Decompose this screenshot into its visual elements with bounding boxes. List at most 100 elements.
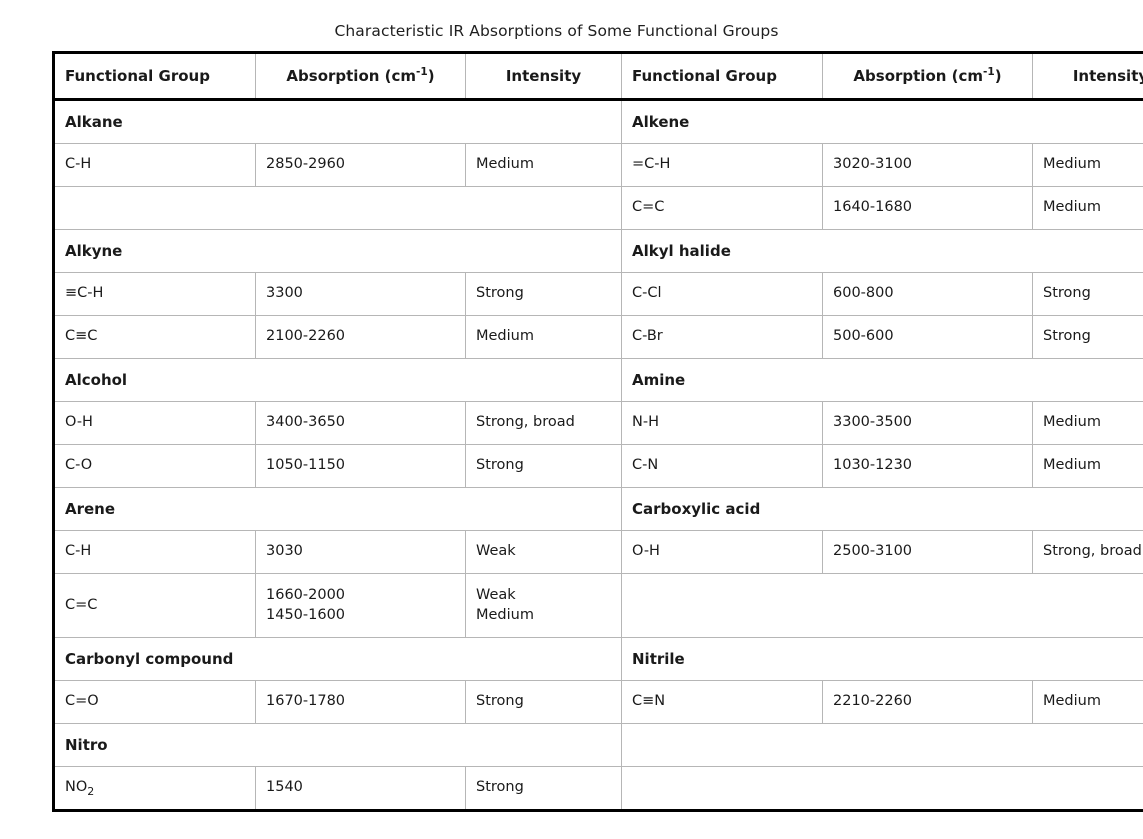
header-absorption-right-prefix: Absorption (cm	[853, 66, 984, 85]
absorption-alkyne-cc: 2100-2260	[255, 315, 466, 359]
header-absorption-left: Absorption (cm-1)	[255, 52, 466, 101]
intensity-alkyne-cc: Medium	[465, 315, 622, 359]
group-header-alkane: Alkane	[53, 99, 622, 144]
header-absorption-right: Absorption (cm-1)	[822, 52, 1033, 101]
group-header-arene: Arene	[53, 487, 622, 531]
table-row: ≡C-H 3300 Strong C-Cl 600-800 Strong	[53, 272, 1143, 316]
header-functional-group-right: Functional Group	[621, 52, 823, 101]
header-functional-group-left: Functional Group	[53, 52, 256, 101]
group-header-alkyne: Alkyne	[53, 229, 622, 273]
table-row: C-H 3030 Weak O-H 2500-3100 Strong, broa…	[53, 530, 1143, 574]
intensity-carboxylic-acid-oh: Strong, broad	[1032, 530, 1143, 574]
intensity-arene-ch: Weak	[465, 530, 622, 574]
bond-nitro-no2-subscript: 2	[87, 785, 95, 799]
table-row: NO2 1540 Strong	[53, 766, 1143, 811]
intensity-arene-cc: Weak Medium	[465, 573, 622, 638]
table-row: Alkyne Alkyl halide	[53, 229, 1143, 273]
bond-carbonyl-co: C=O	[53, 680, 256, 724]
page-root: Characteristic IR Absorptions of Some Fu…	[0, 0, 1143, 839]
bond-carboxylic-acid-oh: O-H	[621, 530, 823, 574]
bond-alkyne-cc: C≡C	[53, 315, 256, 359]
group-header-carbonyl-compound: Carbonyl compound	[53, 637, 622, 681]
absorption-carbonyl-co: 1670-1780	[255, 680, 466, 724]
header-intensity-left: Intensity	[465, 52, 622, 101]
absorption-alkyne-ch: 3300	[255, 272, 466, 316]
table-body: Alkane Alkene C-H 2850-2960 Medium =C-H …	[53, 99, 1143, 811]
absorption-alcohol-oh: 3400-3650	[255, 401, 466, 445]
intensity-carbonyl-co: Strong	[465, 680, 622, 724]
empty-cell-alkane-filler	[53, 186, 622, 230]
absorption-nitrile-cn: 2210-2260	[822, 680, 1033, 724]
intensity-amine-nh: Medium	[1032, 401, 1143, 445]
empty-cell-carboxylic-acid-filler	[621, 573, 1143, 638]
table-row: C-H 2850-2960 Medium =C-H 3020-3100 Medi…	[53, 143, 1143, 187]
intensity-alkyl-halide-cbr: Strong	[1032, 315, 1143, 359]
header-absorption-left-suffix: )	[427, 66, 435, 85]
absorption-alcohol-co: 1050-1150	[255, 444, 466, 488]
intensity-alkyl-halide-ccl: Strong	[1032, 272, 1143, 316]
group-header-alcohol: Alcohol	[53, 358, 622, 402]
table-row: Nitro	[53, 723, 1143, 767]
ir-absorptions-table-container: Functional Group Absorption (cm-1) Inten…	[52, 51, 1143, 812]
bond-amine-cn: C-N	[621, 444, 823, 488]
intensity-amine-cn: Medium	[1032, 444, 1143, 488]
intensity-alcohol-co: Strong	[465, 444, 622, 488]
empty-cell-nitro-group-filler	[621, 723, 1143, 767]
bond-alkyl-halide-cbr: C-Br	[621, 315, 823, 359]
intensity-alkyne-ch: Strong	[465, 272, 622, 316]
header-absorption-left-prefix: Absorption (cm	[286, 66, 417, 85]
absorption-alkyl-halide-ccl: 600-800	[822, 272, 1033, 316]
table-row: C=C 1640-1680 Medium	[53, 186, 1143, 230]
table-row: Arene Carboxylic acid	[53, 487, 1143, 531]
table-row: C-O 1050-1150 Strong C-N 1030-1230 Mediu…	[53, 444, 1143, 488]
intensity-alkane-ch: Medium	[465, 143, 622, 187]
ir-absorptions-table: Functional Group Absorption (cm-1) Inten…	[52, 51, 1143, 812]
bond-arene-cc: C=C	[53, 573, 256, 638]
table-row: Alcohol Amine	[53, 358, 1143, 402]
absorption-nitro-no2: 1540	[255, 766, 466, 811]
intensity-nitro-no2: Strong	[465, 766, 622, 811]
absorption-alkane-ch: 2850-2960	[255, 143, 466, 187]
absorption-alkene-cc: 1640-1680	[822, 186, 1033, 230]
table-row: O-H 3400-3650 Strong, broad N-H 3300-350…	[53, 401, 1143, 445]
page-title: Characteristic IR Absorptions of Some Fu…	[334, 22, 779, 40]
bond-nitrile-cn: C≡N	[621, 680, 823, 724]
group-header-carboxylic-acid: Carboxylic acid	[621, 487, 1143, 531]
table-header: Functional Group Absorption (cm-1) Inten…	[53, 52, 1143, 101]
intensity-nitrile-cn: Medium	[1032, 680, 1143, 724]
group-header-nitro: Nitro	[53, 723, 622, 767]
header-intensity-right: Intensity	[1032, 52, 1143, 101]
bond-amine-nh: N-H	[621, 401, 823, 445]
table-row: C=C 1660-2000 1450-1600 Weak Medium	[53, 573, 1143, 638]
absorption-alkene-ech: 3020-3100	[822, 143, 1033, 187]
group-header-alkyl-halide: Alkyl halide	[621, 229, 1143, 273]
bond-nitro-no2-prefix: NO	[65, 779, 88, 796]
table-row: C=O 1670-1780 Strong C≡N 2210-2260 Mediu…	[53, 680, 1143, 724]
group-header-nitrile: Nitrile	[621, 637, 1143, 681]
header-row: Functional Group Absorption (cm-1) Inten…	[53, 52, 1143, 101]
bond-alkene-ech: =C-H	[621, 143, 823, 187]
table-row: Alkane Alkene	[53, 99, 1143, 144]
bond-alcohol-oh: O-H	[53, 401, 256, 445]
bond-alkene-cc: C=C	[621, 186, 823, 230]
absorption-amine-nh: 3300-3500	[822, 401, 1033, 445]
bond-alkane-ch: C-H	[53, 143, 256, 187]
bond-alkyne-ch: ≡C-H	[53, 272, 256, 316]
table-row: Carbonyl compound Nitrile	[53, 637, 1143, 681]
table-row: C≡C 2100-2260 Medium C-Br 500-600 Strong	[53, 315, 1143, 359]
header-absorption-right-suffix: )	[994, 66, 1002, 85]
bond-arene-ch: C-H	[53, 530, 256, 574]
bond-alcohol-co: C-O	[53, 444, 256, 488]
empty-cell-nitro-row-filler	[621, 766, 1143, 811]
header-absorption-left-exponent: -1	[416, 65, 428, 78]
absorption-arene-cc: 1660-2000 1450-1600	[255, 573, 466, 638]
group-header-amine: Amine	[621, 358, 1143, 402]
absorption-amine-cn: 1030-1230	[822, 444, 1033, 488]
intensity-alcohol-oh: Strong, broad	[465, 401, 622, 445]
absorption-alkyl-halide-cbr: 500-600	[822, 315, 1033, 359]
absorption-carboxylic-acid-oh: 2500-3100	[822, 530, 1033, 574]
absorption-arene-ch: 3030	[255, 530, 466, 574]
intensity-alkene-cc: Medium	[1032, 186, 1143, 230]
intensity-alkene-ech: Medium	[1032, 143, 1143, 187]
group-header-alkene: Alkene	[621, 99, 1143, 144]
